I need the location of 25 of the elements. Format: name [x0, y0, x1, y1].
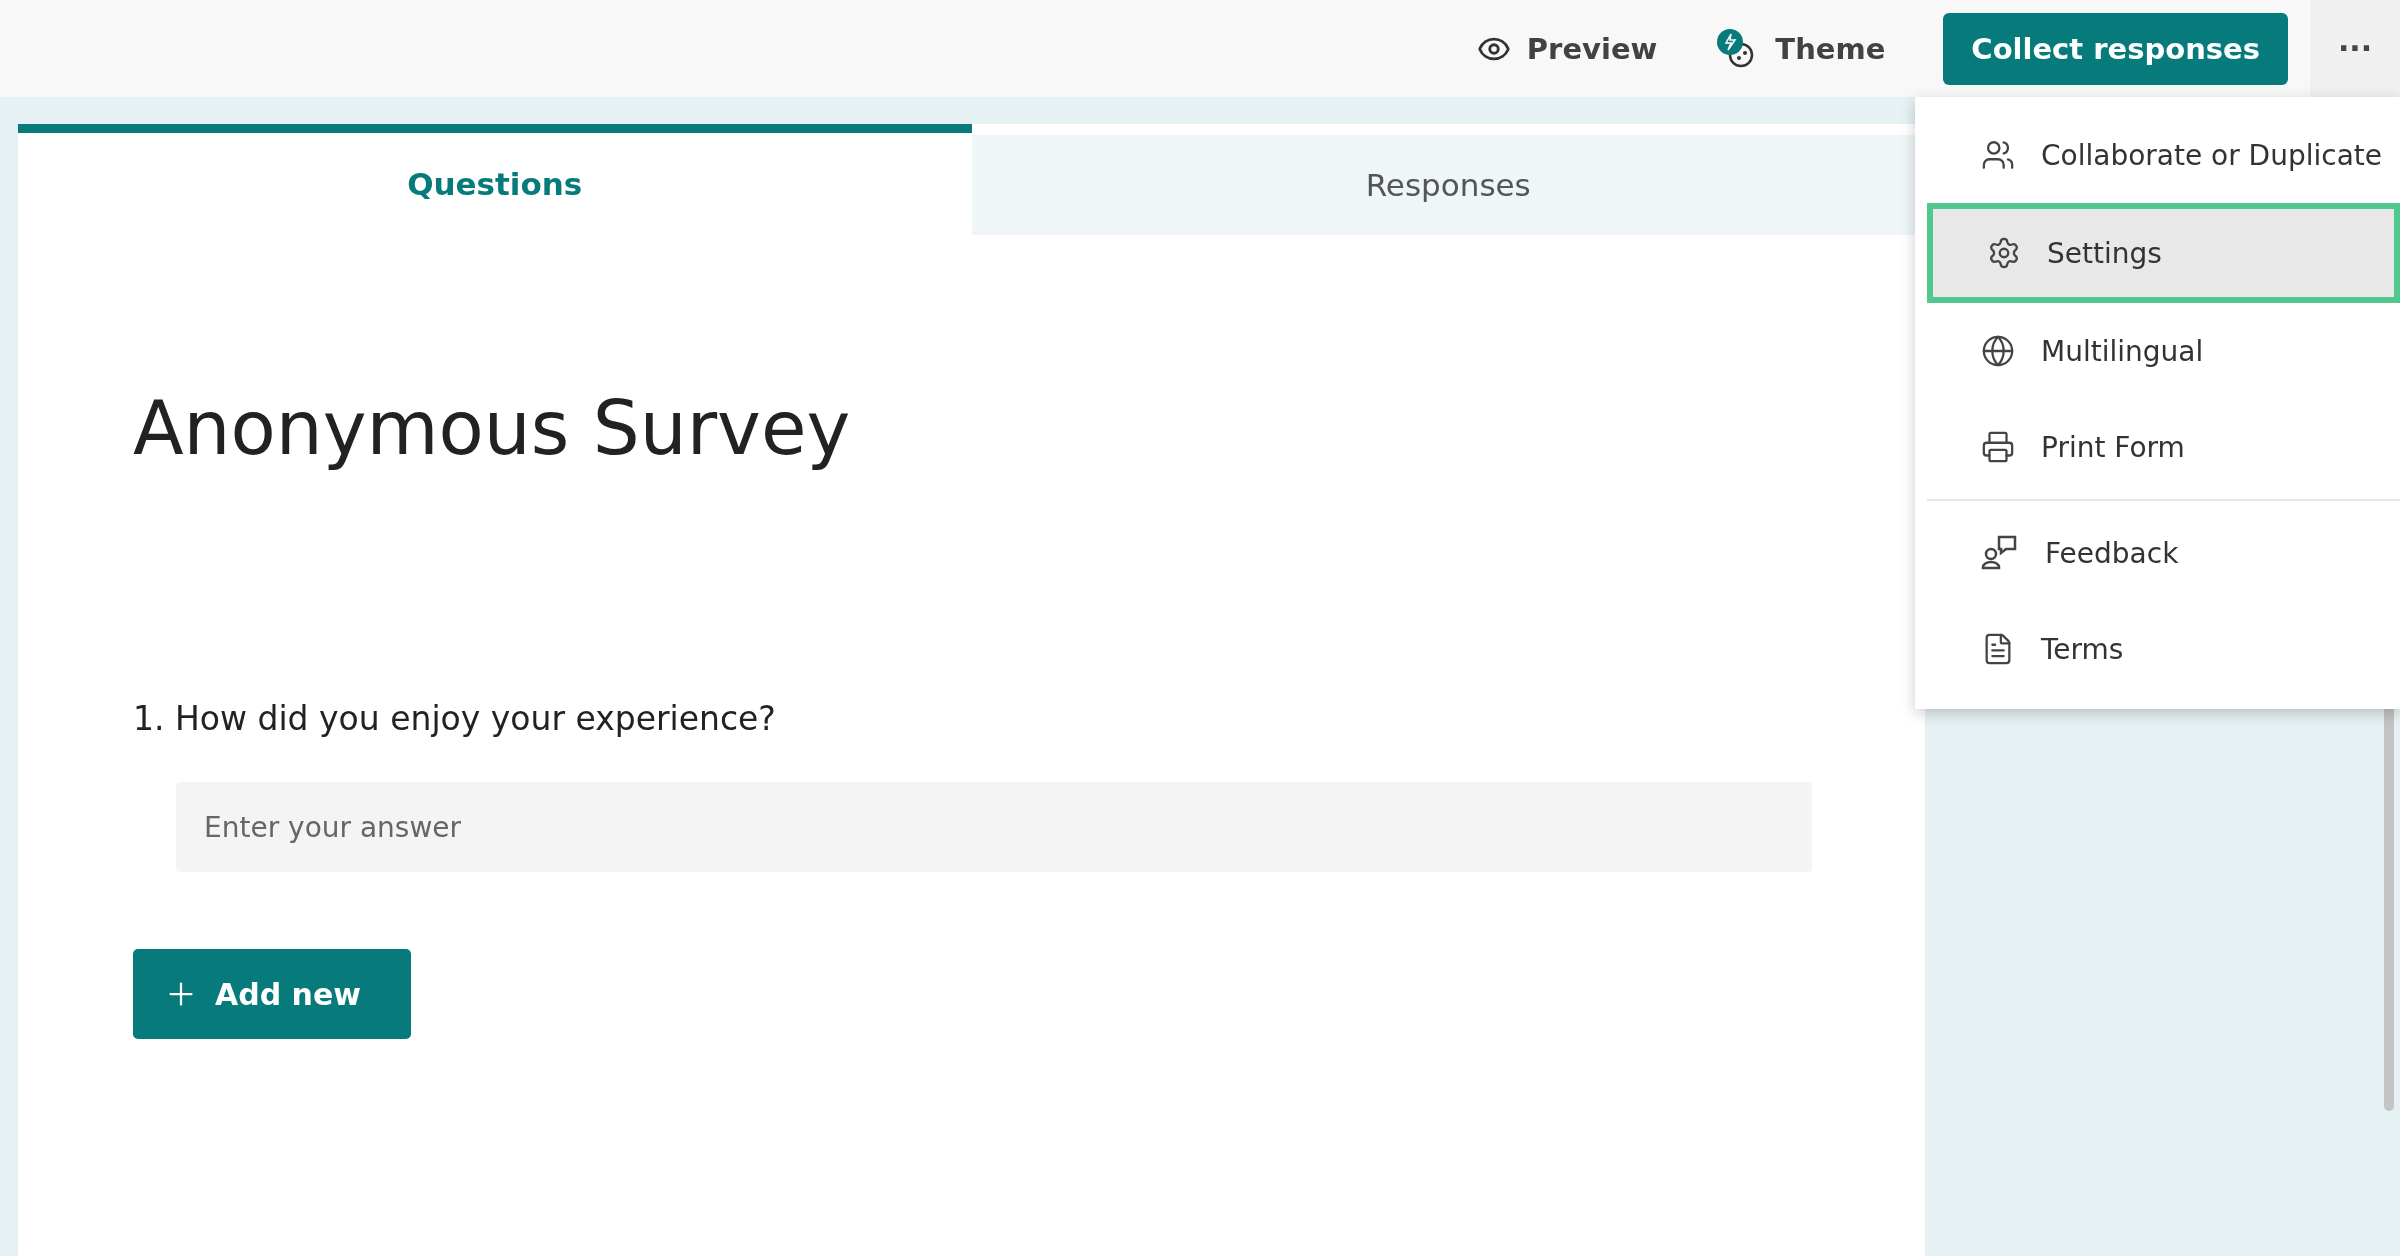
menu-item[interactable]: Settings [1927, 203, 2400, 303]
menu-item-label: Settings [2047, 236, 2162, 270]
theme-button[interactable]: Theme [1695, 13, 1906, 84]
menu-item[interactable]: Collaborate or Duplicate [1915, 107, 2400, 203]
globe-icon [1981, 334, 2015, 368]
menu-item-label: Terms [2041, 632, 2124, 666]
preview-button[interactable]: Preview [1456, 13, 1678, 84]
answer-field[interactable]: Enter your answer [176, 782, 1812, 872]
menu-item-label: Feedback [2045, 536, 2179, 570]
menu-item[interactable]: Terms [1915, 601, 2400, 697]
people-icon [1981, 138, 2015, 172]
menu-item[interactable]: Feedback [1915, 505, 2400, 601]
form-title: Anonymous Survey [133, 385, 852, 471]
more-button[interactable]: ··· [2310, 0, 2400, 97]
menu-item-label: Multilingual [2041, 334, 2204, 368]
menu-item[interactable]: Print Form [1915, 399, 2400, 495]
menu-item[interactable]: Multilingual [1915, 303, 2400, 399]
feedback-icon [1981, 534, 2019, 572]
add-new-button[interactable]: Add new [133, 949, 411, 1039]
collect-responses-button[interactable]: Collect responses [1943, 12, 2288, 85]
menu-item-label: Collaborate or Duplicate [2041, 138, 2383, 172]
settings-icon [1987, 236, 2021, 270]
menu-item-label: Print Form [2041, 430, 2185, 464]
question-text: 1. How did you enjoy your experience? [133, 699, 777, 738]
printer-icon [1981, 430, 2015, 464]
